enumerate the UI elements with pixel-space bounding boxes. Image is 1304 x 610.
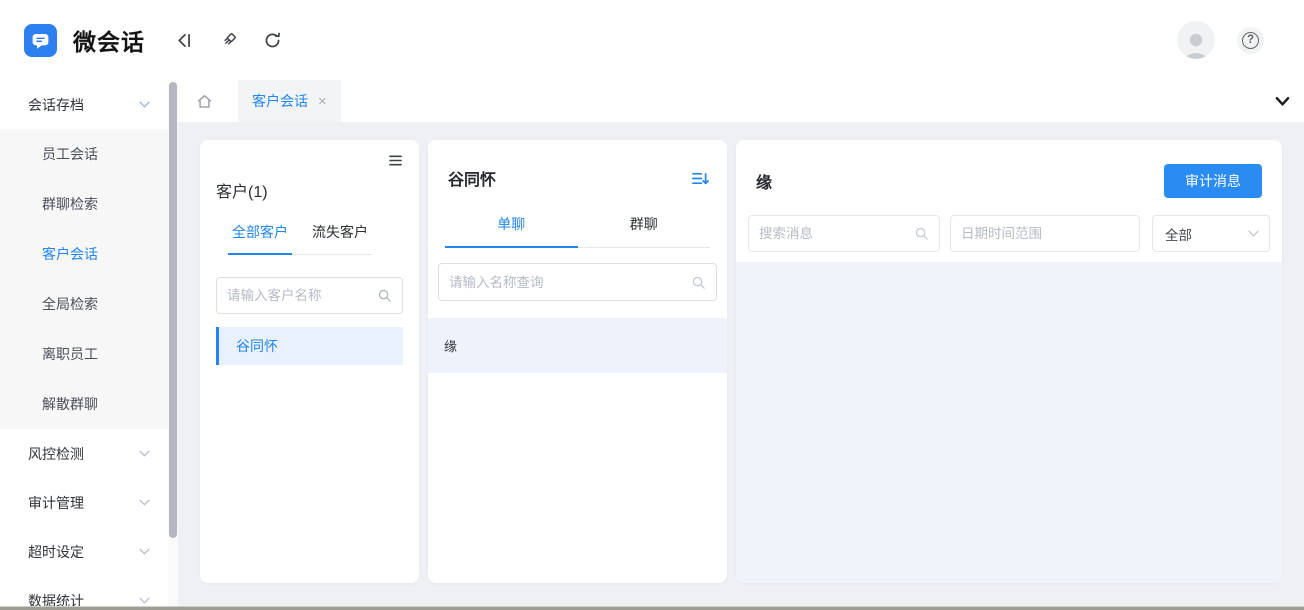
sidebar-submenu: 员工会话 群聊检索 客户会话 全局检索 离职员工 解散群聊 (0, 129, 168, 429)
audit-message-button[interactable]: 审计消息 (1164, 164, 1262, 198)
home-icon[interactable] (184, 80, 224, 122)
chevron-down-icon (139, 499, 150, 506)
sort-descending-icon[interactable] (691, 171, 709, 186)
sidebar-group-audit-management[interactable]: 审计管理 (0, 478, 168, 527)
search-icon (691, 275, 706, 290)
refresh-icon[interactable] (255, 23, 289, 57)
chevron-down-icon (1248, 230, 1259, 237)
tab-customer-sessions[interactable]: 客户会话 × (238, 80, 341, 122)
session-search-box (438, 263, 717, 301)
collapse-list-icon[interactable] (388, 154, 403, 170)
sidebar-scrollbar-track (168, 80, 178, 610)
close-icon[interactable]: × (318, 94, 327, 109)
chevron-down-icon (139, 597, 150, 604)
main-content: 客户会话 × 客户(1) 全部客户 流失客户 (178, 80, 1304, 610)
session-tabs: 单聊 群聊 (445, 214, 710, 248)
tab-single-chat[interactable]: 单聊 (445, 214, 578, 248)
message-panel: 缘 审计消息 全部 (736, 140, 1282, 583)
app-header: 微会话 ? (0, 0, 1304, 80)
clear-cache-brush-icon[interactable] (211, 23, 245, 57)
collapse-sidebar-icon[interactable] (167, 23, 201, 57)
app-title: 微会话 (73, 23, 145, 57)
message-content-area (736, 262, 1282, 583)
help-icon[interactable]: ? (1237, 27, 1264, 54)
session-panel: 谷同怀 单聊 群聊 缘 (428, 140, 727, 583)
date-range-input[interactable] (961, 226, 1129, 241)
sidebar-group-data-statistics[interactable]: 数据统计 (0, 576, 168, 610)
customer-search-input[interactable] (227, 288, 377, 303)
customer-tabs: 全部客户 流失客户 (228, 222, 372, 255)
customer-panel: 客户(1) 全部客户 流失客户 谷同怀 (200, 140, 419, 583)
tab-bar: 客户会话 × (178, 80, 1304, 122)
session-search-input[interactable] (449, 275, 691, 290)
session-list-item[interactable]: 缘 (428, 318, 727, 373)
sidebar-item-employee-sessions[interactable]: 员工会话 (0, 129, 168, 179)
customer-panel-title: 客户(1) (216, 178, 403, 202)
tab-lost-customers[interactable]: 流失客户 (308, 222, 372, 254)
sidebar-item-disbanded-groups[interactable]: 解散群聊 (0, 379, 168, 429)
message-filters: 全部 (748, 215, 1270, 252)
message-search-input[interactable] (759, 226, 914, 241)
customer-search-box (216, 277, 403, 314)
search-icon (377, 288, 392, 303)
sidebar-group-risk-detection[interactable]: 风控检测 (0, 429, 168, 478)
message-type-select[interactable]: 全部 (1152, 215, 1270, 252)
date-range-box (950, 215, 1140, 252)
customer-list-item[interactable]: 谷同怀 (216, 327, 403, 365)
tab-list-chevron-down-icon[interactable] (1275, 80, 1290, 122)
tab-group-chat[interactable]: 群聊 (578, 214, 711, 247)
chevron-down-icon (139, 101, 150, 108)
search-icon (914, 226, 929, 241)
tab-all-customers[interactable]: 全部客户 (228, 222, 292, 255)
window-bottom-edge (0, 606, 1304, 610)
sidebar: 会话存档 员工会话 群聊检索 客户会话 全局检索 离职员工 解散群聊 风控检测 … (0, 80, 168, 610)
sidebar-item-customer-sessions[interactable]: 客户会话 (0, 229, 168, 279)
app-logo-icon (24, 24, 57, 57)
user-avatar[interactable] (1177, 21, 1215, 59)
session-panel-title: 谷同怀 (448, 166, 496, 190)
sidebar-group-session-archive[interactable]: 会话存档 (0, 80, 168, 129)
message-panel-title: 缘 (756, 169, 772, 193)
chevron-down-icon (139, 450, 150, 457)
sidebar-item-departed-employees[interactable]: 离职员工 (0, 329, 168, 379)
chevron-down-icon (139, 548, 150, 555)
sidebar-item-global-search[interactable]: 全局检索 (0, 279, 168, 329)
sidebar-item-group-chat-search[interactable]: 群聊检索 (0, 179, 168, 229)
sidebar-scrollbar-thumb[interactable] (169, 82, 177, 538)
message-search-box (748, 215, 940, 252)
sidebar-group-timeout-settings[interactable]: 超时设定 (0, 527, 168, 576)
